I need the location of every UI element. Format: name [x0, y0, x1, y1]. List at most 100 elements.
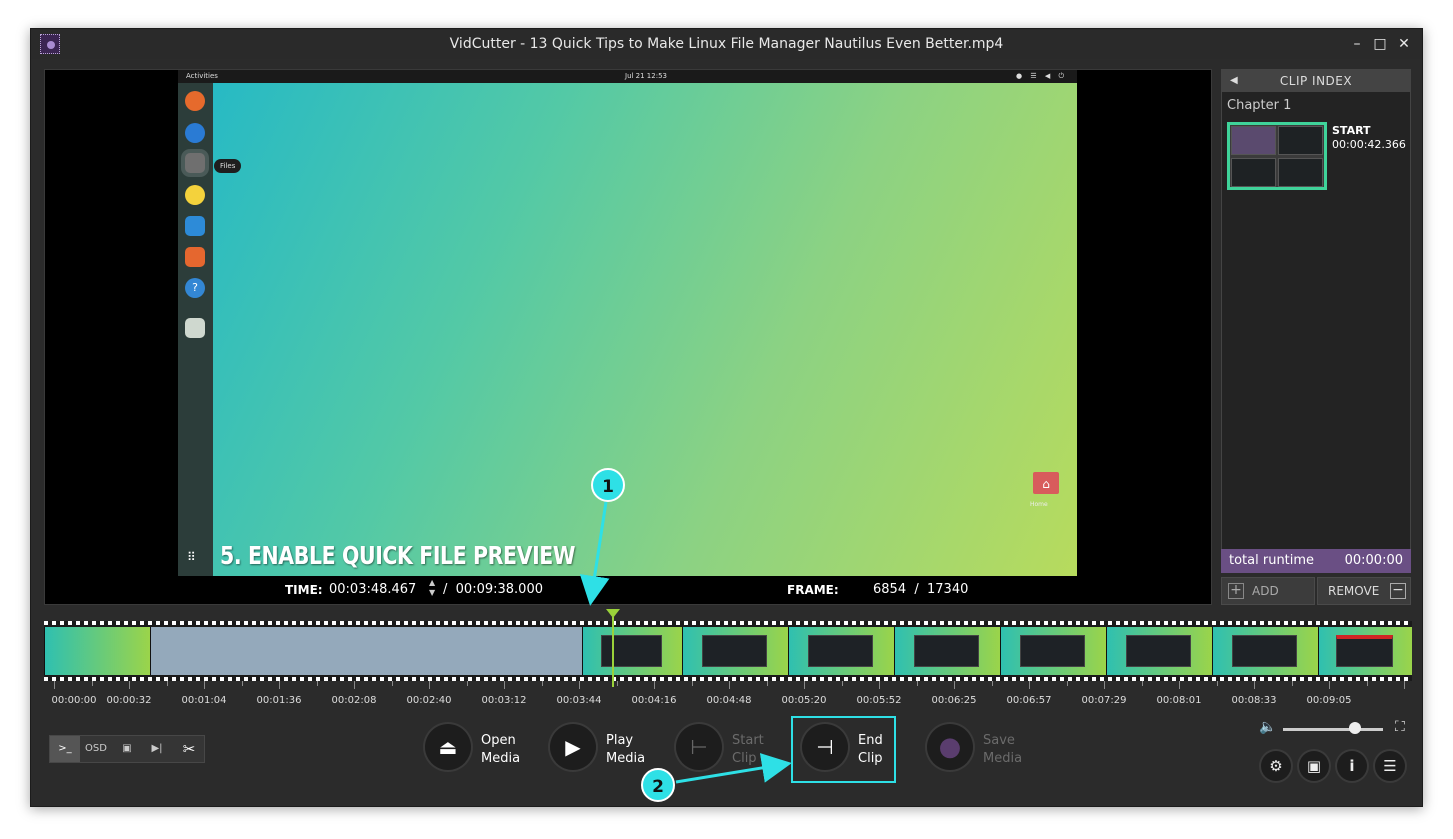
timeline-thumb	[682, 627, 788, 675]
window-title: VidCutter - 13 Quick Tips to Make Linux …	[449, 36, 1004, 52]
play-icon: ▶	[550, 724, 596, 770]
timeline-tick	[279, 681, 280, 689]
timeline-tick	[691, 681, 693, 686]
current-time[interactable]: 00:03:48.467	[329, 582, 416, 597]
timeline-tick	[466, 681, 468, 686]
home-folder-icon: ⌂	[1033, 472, 1059, 494]
timeline-thumb	[1318, 627, 1412, 675]
osd-button[interactable]: OSD	[80, 736, 112, 762]
show-apps-icon: ⠿	[187, 550, 196, 564]
timeline-thumb	[894, 627, 1000, 675]
timeline-tick	[354, 681, 355, 689]
timeline-tick-label: 00:04:16	[631, 695, 677, 706]
volume-icon[interactable]: 🔈	[1259, 719, 1276, 735]
video-player[interactable]: Activities Jul 21 12:53 ● ☰ ◀ ⏻ ? Files …	[44, 69, 1212, 605]
title-bar: VidCutter - 13 Quick Tips to Make Linux …	[31, 29, 1422, 59]
timeline-tick-label: 00:05:52	[856, 695, 902, 706]
clip-thumbnail[interactable]	[1227, 122, 1327, 190]
volume-slider[interactable]	[1283, 728, 1383, 731]
timeline-tick-label: 00:02:08	[331, 695, 377, 706]
timeline-tick	[1291, 681, 1293, 686]
save-media-label: Save Media	[983, 733, 1023, 766]
volume-slider-handle[interactable]	[1349, 722, 1361, 734]
settings-gear-icon[interactable]: ⚙	[1261, 751, 1291, 781]
start-clip-button[interactable]: ⊢ Start Clip	[676, 724, 776, 780]
files-tooltip: Files	[214, 159, 242, 173]
add-clip-button[interactable]: + ADD	[1221, 577, 1315, 605]
clip-index-header[interactable]: ◀ CLIP INDEX	[1222, 70, 1410, 92]
timeline-tick	[729, 681, 730, 689]
timeline-tick	[391, 681, 393, 686]
timeline-tick-label: 00:03:12	[481, 695, 527, 706]
chapters-button[interactable]: ▣	[112, 736, 142, 762]
menu-list-icon[interactable]: ☰	[1375, 751, 1405, 781]
timeline-tick-label: 00:03:44	[556, 695, 602, 706]
timeline-tick	[1254, 681, 1255, 689]
rhythmbox-icon	[185, 185, 205, 205]
timeline-tick	[841, 681, 843, 686]
video-overlay-caption: 5. ENABLE QUICK FILE PREVIEW	[220, 541, 576, 570]
minimize-button[interactable]: –	[1346, 29, 1368, 59]
timeline-strip[interactable]	[44, 621, 1412, 681]
home-folder-label: Home	[1030, 501, 1048, 508]
end-clip-annotation-box	[791, 716, 896, 783]
clip-index-title: CLIP INDEX	[1279, 74, 1353, 88]
play-media-button[interactable]: ▶ Play Media	[550, 724, 660, 780]
timeline-thumb	[582, 627, 682, 675]
timeline-tick	[1329, 681, 1330, 689]
annotation-badge-1: 1	[591, 468, 625, 502]
timeline-thumb	[1212, 627, 1318, 675]
console-button[interactable]: >_	[50, 736, 80, 762]
timeline-tick	[616, 681, 618, 686]
trash-icon	[185, 318, 205, 338]
clip-index-panel: ◀ CLIP INDEX Chapter 1 START 00:00:42.36…	[1221, 69, 1411, 573]
tool-buttons: >_ OSD ▣ ▶| ✂	[49, 735, 205, 763]
writer-icon	[185, 216, 205, 236]
remove-clip-button[interactable]: REMOVE −	[1317, 577, 1411, 605]
timeline-tick	[879, 681, 880, 689]
media-info-camera-icon[interactable]: ▣	[1299, 751, 1329, 781]
files-icon	[185, 153, 205, 173]
annotation-badge-2: 2	[641, 768, 675, 802]
save-media-button[interactable]: ● Save Media	[927, 724, 1027, 780]
timeline-tick	[204, 681, 205, 689]
collapse-arrow-icon[interactable]: ◀	[1230, 70, 1238, 92]
timeline-tick-label: 00:01:36	[256, 695, 302, 706]
video-gnome-topbar: Activities Jul 21 12:53 ● ☰ ◀ ⏻	[178, 70, 1077, 83]
software-icon	[185, 247, 205, 267]
close-button[interactable]: ✕	[1393, 29, 1415, 59]
total-runtime-bar: total runtime 00:00:00	[1221, 549, 1411, 573]
timeline-tick	[1141, 681, 1143, 686]
playhead-line[interactable]	[612, 617, 614, 687]
open-media-label: Open Media	[481, 733, 521, 766]
play-media-label: Play Media	[606, 733, 646, 766]
clip-start-time: 00:00:42.366	[1332, 138, 1406, 151]
fullscreen-icon[interactable]: ⛶	[1395, 719, 1405, 735]
video-tray-icons: ● ☰ ◀ ⏻	[1016, 72, 1067, 80]
about-info-icon[interactable]: i	[1337, 751, 1367, 781]
start-clip-label: Start Clip	[732, 733, 764, 766]
timeline-tick	[1404, 681, 1405, 689]
skip-frames-button[interactable]: ▶|	[142, 736, 172, 762]
timeline-tick	[504, 681, 505, 689]
timeline-tick	[54, 681, 55, 689]
time-spinner-icon[interactable]: ▲ ▼	[429, 578, 435, 598]
vidcutter-logo-icon	[40, 34, 60, 54]
timeline-tick	[1179, 681, 1180, 689]
timeline-tick-label: 00:09:05	[1306, 695, 1352, 706]
open-media-button[interactable]: ⏏ Open Media	[425, 724, 535, 780]
timeline-tick-label: 00:06:25	[931, 695, 977, 706]
timeline-thumb	[788, 627, 894, 675]
timeline-thumb	[1000, 627, 1106, 675]
scissors-icon[interactable]: ✂	[174, 736, 204, 762]
timeline-tick	[541, 681, 543, 686]
video-activities-label: Activities	[186, 72, 218, 80]
clip-start-label: START	[1332, 124, 1371, 137]
maximize-button[interactable]: □	[1369, 29, 1391, 59]
timeline-tick	[766, 681, 768, 686]
add-label: ADD	[1252, 584, 1279, 598]
video-dock: ?	[178, 83, 213, 576]
timeline-tick	[654, 681, 655, 689]
time-frame-bar: TIME: 00:03:48.467 ▲ ▼ / 00:09:38.000 FRA…	[45, 577, 1211, 605]
timeline-tick	[1029, 681, 1030, 689]
